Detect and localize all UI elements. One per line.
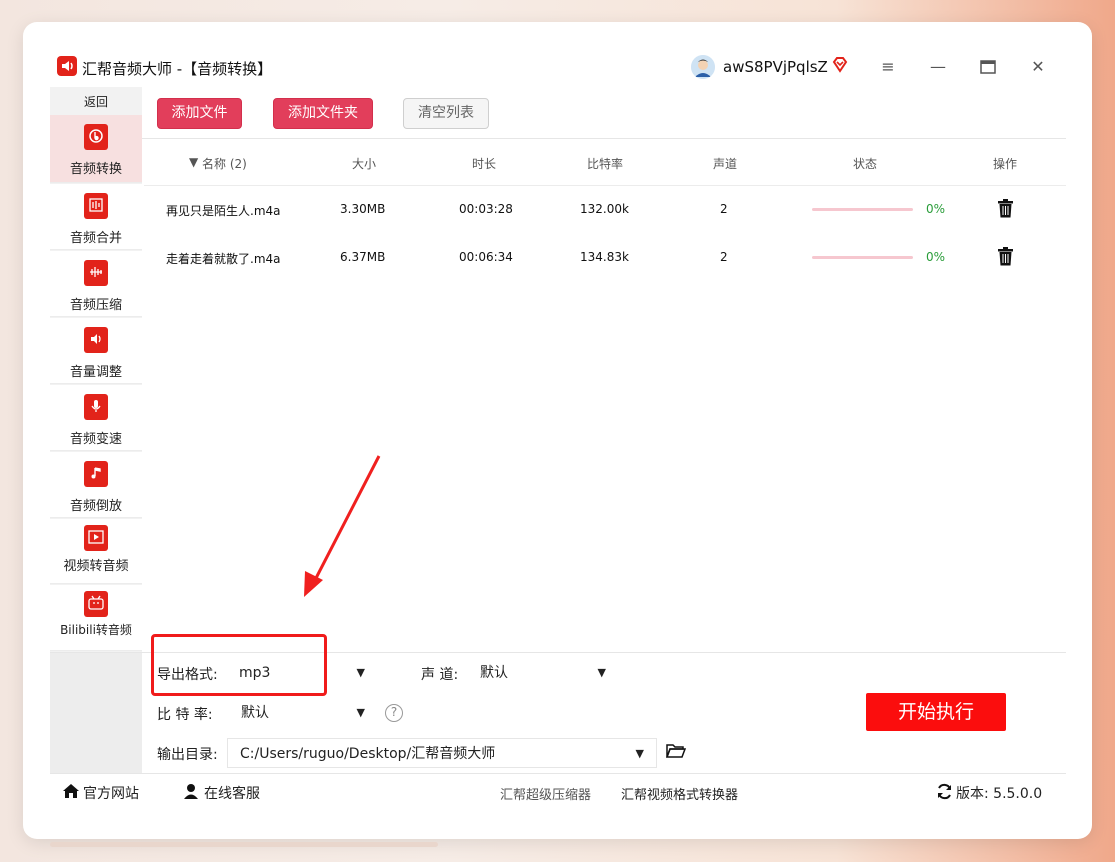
chevron-down-icon: ▼ xyxy=(635,747,644,760)
audio-speed-icon xyxy=(84,394,108,420)
sidebar-item-label: 音频合并 xyxy=(69,231,122,246)
chevron-down-icon: ▼ xyxy=(356,666,365,679)
bitrate-value: 默认 xyxy=(241,705,269,721)
channel-value: 默认 xyxy=(480,665,508,681)
back-link[interactable]: 返回 xyxy=(50,93,142,110)
sidebar-item-video-to-audio[interactable]: 视频转音频 xyxy=(50,519,142,584)
delete-icon[interactable] xyxy=(997,247,1014,270)
annotation-highlight-box xyxy=(151,634,327,696)
support-link[interactable]: 在线客服 xyxy=(204,783,260,803)
progress-percent: 0% xyxy=(926,250,946,264)
sidebar-item-label: 音量调整 xyxy=(69,365,122,380)
window-title: 汇帮音频大师 -【音频转换】 xyxy=(82,60,273,78)
user-avatar[interactable] xyxy=(691,55,715,79)
start-button[interactable]: 开始执行 xyxy=(866,693,1006,731)
sort-desc-icon[interactable]: ▼ xyxy=(189,155,198,169)
sidebar-item-audio-convert[interactable]: 音频转换 xyxy=(50,115,142,183)
sidebar-item-label: 视频转音频 xyxy=(63,559,129,574)
compressor-link[interactable]: 汇帮超级压缩器 xyxy=(500,784,591,803)
file-channels: 2 xyxy=(720,202,728,216)
sidebar-item-audio-speed[interactable]: 音频变速 xyxy=(50,385,142,451)
help-icon[interactable]: ? xyxy=(385,704,403,722)
progress-bar xyxy=(812,208,913,211)
clear-list-button[interactable]: 清空列表 xyxy=(403,98,489,129)
file-channels: 2 xyxy=(720,250,728,264)
table-row[interactable]: 走着走着就散了.m4a 6.37MB 00:06:34 134.83k 2 0% xyxy=(144,233,1066,281)
audio-compress-icon xyxy=(84,260,108,286)
column-name[interactable]: 名称 (2) xyxy=(202,155,247,172)
audio-merge-icon xyxy=(84,193,108,219)
sidebar-item-label: 音频压缩 xyxy=(69,298,122,313)
channel-select[interactable]: 默认 ▼ xyxy=(468,658,618,688)
refresh-icon[interactable] xyxy=(936,783,953,804)
channel-label: 声 道: xyxy=(421,667,459,683)
sidebar-item-label: 音频变速 xyxy=(69,432,122,447)
file-bitrate: 134.83k xyxy=(580,250,629,264)
file-name: 再见只是陌生人.m4a xyxy=(166,204,281,218)
vip-diamond-icon[interactable] xyxy=(831,56,849,78)
video-converter-link[interactable]: 汇帮视频格式转换器 xyxy=(621,784,738,803)
bitrate-select[interactable]: 默认 ▼ xyxy=(229,698,377,728)
sidebar-item-audio-merge[interactable]: 音频合并 xyxy=(50,184,142,250)
minimize-icon[interactable]: — xyxy=(926,56,950,78)
footer: 官方网站 在线客服 汇帮超级压缩器 汇帮视频格式转换器 版本: 5.5.0.0 xyxy=(50,773,1066,809)
bilibili-icon xyxy=(84,591,108,617)
home-icon[interactable] xyxy=(62,783,80,803)
add-folder-button[interactable]: 添加文件夹 xyxy=(273,98,373,129)
audio-reverse-icon xyxy=(84,461,108,487)
sidebar-item-volume-adjust[interactable]: 音量调整 xyxy=(50,318,142,384)
column-channels[interactable]: 声道 xyxy=(713,155,737,172)
maximize-icon[interactable] xyxy=(976,56,1000,78)
volume-adjust-icon xyxy=(84,327,108,353)
audio-convert-icon xyxy=(84,124,108,150)
add-file-button[interactable]: 添加文件 xyxy=(157,98,242,129)
sidebar-item-audio-compress[interactable]: 音频压缩 xyxy=(50,251,142,317)
file-bitrate: 132.00k xyxy=(580,202,629,216)
bitrate-label: 比 特 率: xyxy=(157,707,213,723)
chevron-down-icon: ▼ xyxy=(597,666,606,679)
file-table-header: ▼ 名称 (2) 大小 时长 比特率 声道 状态 操作 xyxy=(144,140,1066,186)
column-size[interactable]: 大小 xyxy=(352,155,376,172)
folder-open-icon[interactable] xyxy=(665,743,687,763)
sidebar-item-audio-reverse[interactable]: 音频倒放 xyxy=(50,452,142,518)
window-shadow xyxy=(50,842,438,847)
sidebar-item-label: 音频转换 xyxy=(69,162,122,177)
file-duration: 00:03:28 xyxy=(459,202,513,216)
delete-icon[interactable] xyxy=(997,199,1014,222)
version-label: 版本: 5.5.0.0 xyxy=(956,786,1043,802)
support-icon[interactable] xyxy=(183,783,199,803)
output-dir-value: C:/Users/ruguo/Desktop/汇帮音频大师 xyxy=(240,746,496,762)
user-name[interactable]: awS8PVjPqlsZ xyxy=(723,58,828,76)
settings-left-pad xyxy=(50,653,142,773)
sidebar-item-label: Bilibili转音频 xyxy=(60,623,132,637)
progress-bar xyxy=(812,256,913,259)
website-link[interactable]: 官方网站 xyxy=(83,783,139,803)
video-to-audio-icon xyxy=(84,525,108,551)
file-size: 6.37MB xyxy=(340,250,386,264)
column-status: 状态 xyxy=(853,157,878,171)
table-row[interactable]: 再见只是陌生人.m4a 3.30MB 00:03:28 132.00k 2 0% xyxy=(144,185,1066,233)
menu-icon[interactable]: ≡ xyxy=(876,56,900,78)
app-logo-icon xyxy=(57,56,77,76)
column-bitrate[interactable]: 比特率 xyxy=(587,155,623,172)
output-label: 输出目录: xyxy=(157,747,218,763)
output-dir-select[interactable]: C:/Users/ruguo/Desktop/汇帮音频大师 ▼ xyxy=(227,738,657,768)
close-icon[interactable]: ✕ xyxy=(1026,56,1050,78)
progress-percent: 0% xyxy=(926,202,946,216)
sidebar-item-label: 音频倒放 xyxy=(69,499,122,514)
file-duration: 00:06:34 xyxy=(459,250,513,264)
toolbar: 添加文件 添加文件夹 清空列表 xyxy=(142,87,1066,139)
column-action: 操作 xyxy=(993,157,1018,171)
sidebar-item-bilibili[interactable]: Bilibili转音频 xyxy=(50,585,142,651)
chevron-down-icon: ▼ xyxy=(356,706,365,719)
file-name: 走着走着就散了.m4a xyxy=(166,252,281,266)
column-duration[interactable]: 时长 xyxy=(472,155,496,172)
file-size: 3.30MB xyxy=(340,202,386,216)
